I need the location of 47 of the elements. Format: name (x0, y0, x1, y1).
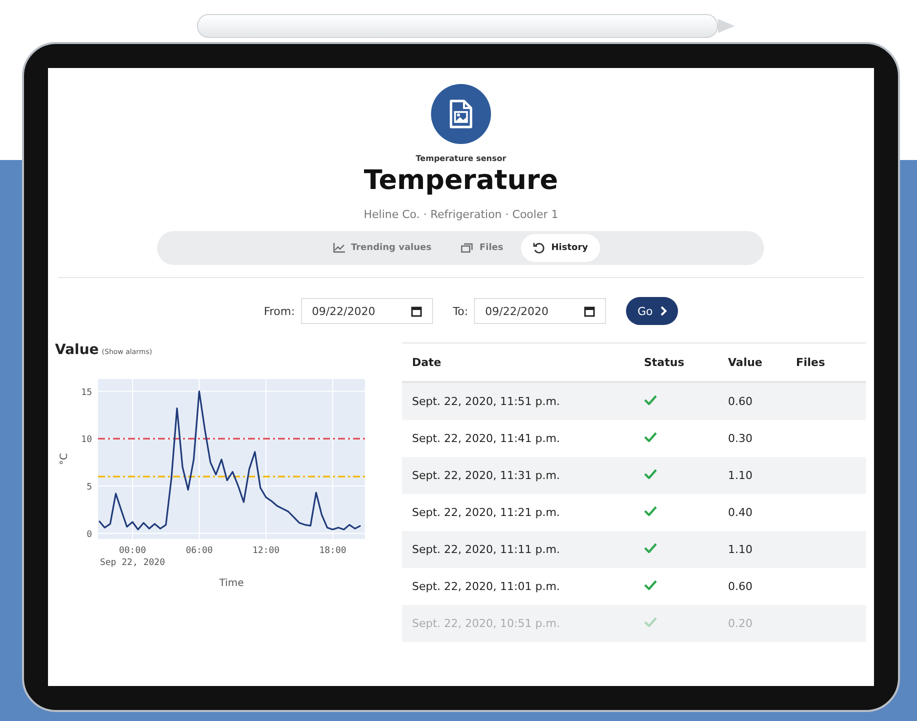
x-axis-title: Time (219, 578, 244, 589)
date-cell-text: Sept. 22, 2020, 11:51 p.m. (411, 395, 561, 408)
value-cell-text: 1.10 (727, 543, 754, 556)
y-axis-title: °C (59, 453, 70, 465)
y-tick-label: 5 (86, 482, 92, 492)
date-cell-text: Sept. 22, 2020, 10:51 p.m. (411, 617, 561, 630)
value-cell-text: 1.10 (727, 469, 754, 482)
breadcrumb: Heline Co. · Refrigeration · Cooler 1 (364, 208, 558, 221)
value-cell-text: 0.30 (727, 432, 754, 445)
x-tick-label: 18:00 (319, 546, 346, 556)
column-header: Status (643, 356, 686, 369)
calendar-icon (410, 306, 422, 316)
y-tick-label: 15 (81, 388, 92, 398)
chevron-right-icon (660, 306, 667, 316)
to-label: To: (452, 304, 468, 318)
chart-icon (332, 243, 345, 253)
value-cell-text: 0.60 (727, 580, 754, 593)
to-date-field[interactable]: 09/22/2020 (474, 298, 606, 324)
chart-title: Value (55, 342, 99, 358)
date-cell-text: Sept. 22, 2020, 11:41 p.m. (411, 432, 561, 445)
tab[interactable]: Trending values (320, 234, 444, 262)
date-cell-text: Sept. 22, 2020, 11:31 p.m. (411, 469, 561, 482)
calendar-icon (584, 306, 596, 316)
from-date-field[interactable]: 09/22/2020 (300, 298, 433, 324)
sensor-type-label: Temperature sensor (416, 154, 506, 163)
value-cell-text: 0.60 (727, 395, 754, 408)
value-cell-text: 0.40 (727, 506, 754, 519)
from-label: From: (264, 304, 295, 318)
files-icon (461, 243, 474, 253)
date-cell-text: Sept. 22, 2020, 11:21 p.m. (411, 506, 561, 519)
x-tick-label: 06:00 (186, 546, 213, 556)
date-cell-text: Sept. 22, 2020, 11:01 p.m. (411, 580, 561, 593)
column-header: Date (411, 356, 442, 369)
y-tick-label: 10 (81, 435, 92, 446)
go-button[interactable]: Go (626, 297, 678, 325)
date-label: Sep 22, 2020 (100, 558, 165, 568)
date-cell-text: Sept. 22, 2020, 11:11 p.m. (411, 543, 561, 556)
value-cell-text: 0.20 (727, 617, 754, 630)
tab[interactable]: Files (449, 234, 516, 262)
column-header: Value (727, 356, 764, 369)
y-tick-label: 0 (86, 530, 92, 540)
history-icon (533, 242, 546, 254)
x-tick-label: 12:00 (252, 546, 280, 556)
page-title: Temperature (364, 165, 558, 196)
x-tick-label: 00:00 (118, 546, 146, 556)
tab[interactable]: History (521, 234, 600, 262)
column-header: Files (796, 356, 826, 369)
